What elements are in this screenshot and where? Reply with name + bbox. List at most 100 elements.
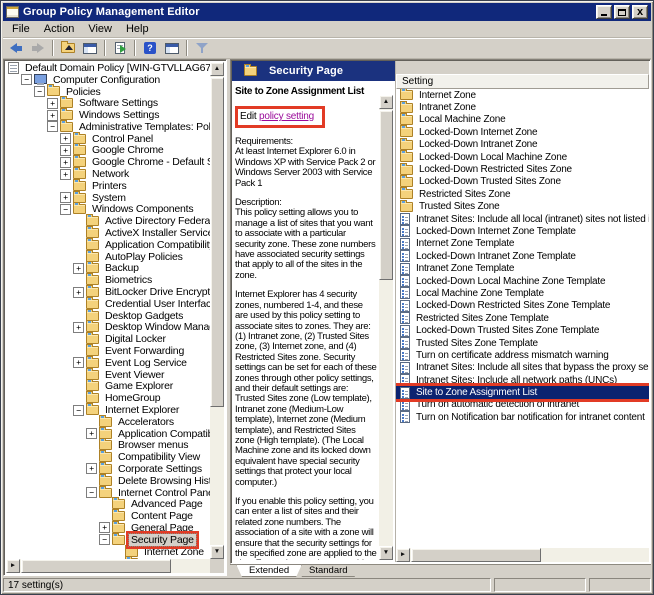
expand-icon[interactable]: + xyxy=(60,145,71,156)
tree-item[interactable]: Advanced Page xyxy=(6,498,210,510)
title-bar[interactable]: Group Policy Management Editor x xyxy=(3,3,651,21)
collapse-icon[interactable]: − xyxy=(60,204,71,215)
settings-row[interactable]: Turn on Notification bar notification fo… xyxy=(396,411,649,423)
settings-row[interactable]: Restricted Sites Zone Template xyxy=(396,312,649,324)
tree-item[interactable]: +Network xyxy=(6,168,210,180)
expand-icon[interactable]: + xyxy=(60,192,71,203)
settings-row[interactable]: Intranet Sites: Include all local (intra… xyxy=(396,213,649,225)
tree-vertical-scrollbar[interactable]: ▲ ▼ xyxy=(210,62,224,559)
scroll-right-icon[interactable]: ► xyxy=(6,559,20,573)
collapse-icon[interactable]: − xyxy=(34,86,45,97)
settings-row[interactable]: Intranet Zone Template xyxy=(396,262,649,274)
menu-help[interactable]: Help xyxy=(119,22,156,36)
tree-item[interactable]: +Backup xyxy=(6,263,210,275)
settings-row[interactable]: Intranet Sites: Include all sites that b… xyxy=(396,362,649,374)
expand-icon[interactable]: + xyxy=(60,169,71,180)
filter-button[interactable] xyxy=(191,39,213,58)
tree-item[interactable]: −Internet Control Panel xyxy=(6,487,210,499)
tree-item[interactable]: +Event Log Service xyxy=(6,357,210,369)
tree-item[interactable]: Delete Browsing History xyxy=(6,475,210,487)
back-button[interactable] xyxy=(5,39,27,58)
tree-item[interactable]: Default Domain Policy [WIN-GTVLLAG671R.T… xyxy=(6,62,210,74)
tree-item[interactable]: −Administrative Templates: Policy defini… xyxy=(6,121,210,133)
settings-row[interactable]: Locked-Down Internet Zone Template xyxy=(396,225,649,237)
tree-horizontal-scrollbar[interactable]: ◄ ► xyxy=(6,559,210,573)
description-vertical-scrollbar[interactable]: ▲ ▼ xyxy=(379,95,393,560)
settings-row[interactable]: Trusted Sites Zone xyxy=(396,201,649,213)
collapse-icon[interactable]: − xyxy=(73,405,84,416)
close-button[interactable]: x xyxy=(632,5,648,19)
tree-hscroll-thumb[interactable] xyxy=(21,559,171,573)
expand-icon[interactable]: + xyxy=(86,463,97,474)
properties-button[interactable] xyxy=(161,39,183,58)
settings-row[interactable]: Site to Zone Assignment List xyxy=(396,386,649,398)
tree-item[interactable]: +System xyxy=(6,192,210,204)
tree-item[interactable]: Content Page xyxy=(6,510,210,522)
settings-row[interactable]: Restricted Sites Zone xyxy=(396,188,649,200)
tree-item[interactable]: Digital Locker xyxy=(6,333,210,345)
tree-item[interactable]: +Software Settings xyxy=(6,97,210,109)
settings-row[interactable]: Turn on automatic detection of intranet xyxy=(396,399,649,411)
settings-row[interactable]: Locked-Down Intranet Zone xyxy=(396,139,649,151)
tab-standard[interactable]: Standard xyxy=(296,564,361,577)
expand-icon[interactable]: + xyxy=(47,110,58,121)
settings-row[interactable]: Locked-Down Local Machine Zone Template xyxy=(396,275,649,287)
scroll-up-icon[interactable]: ▲ xyxy=(210,62,224,76)
console-window-button[interactable] xyxy=(79,39,101,58)
settings-row[interactable]: Trusted Sites Zone Template xyxy=(396,337,649,349)
settings-row[interactable]: Locked-Down Restricted Sites Zone Templa… xyxy=(396,300,649,312)
tree-item[interactable]: Accelerators xyxy=(6,416,210,428)
settings-row[interactable]: Local Machine Zone Template xyxy=(396,287,649,299)
help-button[interactable] xyxy=(139,39,161,58)
expand-icon[interactable]: + xyxy=(73,263,84,274)
tree-item[interactable]: Game Explorer xyxy=(6,381,210,393)
export-list-button[interactable] xyxy=(109,39,131,58)
tree-item[interactable]: +Application Compatibility xyxy=(6,428,210,440)
settings-row[interactable]: Locked-Down Intranet Zone Template xyxy=(396,250,649,262)
tree-item[interactable]: Event Viewer xyxy=(6,369,210,381)
tree-item[interactable]: +Google Chrome - Default Settings (use xyxy=(6,156,210,168)
scroll-up-icon[interactable]: ▲ xyxy=(379,95,393,109)
tree-item[interactable]: +Desktop Window Manager xyxy=(6,322,210,334)
tree-item[interactable]: +Windows Settings xyxy=(6,109,210,121)
expand-icon[interactable]: + xyxy=(73,357,84,368)
menu-view[interactable]: View xyxy=(81,22,119,36)
collapse-icon[interactable]: − xyxy=(86,487,97,498)
settings-row[interactable]: Intranet Sites: Include all network path… xyxy=(396,374,649,386)
tree-item[interactable]: +General Page xyxy=(6,522,210,534)
settings-row[interactable]: Locked-Down Restricted Sites Zone xyxy=(396,163,649,175)
tree-item[interactable]: −Internet Explorer xyxy=(6,404,210,416)
settings-row[interactable]: Intranet Zone xyxy=(396,101,649,113)
setting-column-header[interactable]: Setting xyxy=(396,74,649,89)
settings-row[interactable]: Locked-Down Internet Zone xyxy=(396,126,649,138)
tree-item[interactable]: −Computer Configuration xyxy=(6,74,210,86)
expand-icon[interactable]: + xyxy=(99,522,110,533)
tree-item[interactable]: Event Forwarding xyxy=(6,345,210,357)
scroll-right-icon[interactable]: ► xyxy=(396,548,410,562)
tree-item[interactable]: Internet Zone xyxy=(6,546,210,558)
tree-item[interactable]: Active Directory Federation Servic xyxy=(6,215,210,227)
collapse-icon[interactable]: − xyxy=(99,534,110,545)
menu-action[interactable]: Action xyxy=(37,22,82,36)
desc-vscroll-thumb[interactable] xyxy=(379,110,393,280)
tree-item[interactable]: Compatibility View xyxy=(6,451,210,463)
settings-row[interactable]: Internet Zone Template xyxy=(396,238,649,250)
expand-icon[interactable]: + xyxy=(73,322,84,333)
minimize-button[interactable] xyxy=(596,5,612,19)
expand-icon[interactable]: + xyxy=(60,157,71,168)
expand-icon[interactable]: + xyxy=(86,428,97,439)
list-hscroll-thumb[interactable] xyxy=(411,548,541,562)
tree-item[interactable]: Credential User Interface xyxy=(6,298,210,310)
tree-item[interactable]: Application Compatibility xyxy=(6,239,210,251)
menu-file[interactable]: File xyxy=(5,22,37,36)
forward-button[interactable] xyxy=(27,39,49,58)
tree-item[interactable]: ActiveX Installer Service xyxy=(6,227,210,239)
tree-item[interactable]: HomeGroup xyxy=(6,392,210,404)
tree-item[interactable]: +Control Panel xyxy=(6,133,210,145)
expand-icon[interactable]: + xyxy=(60,133,71,144)
scroll-down-icon[interactable]: ▼ xyxy=(210,545,224,559)
settings-row[interactable]: Locked-Down Trusted Sites Zone Template xyxy=(396,324,649,336)
tab-extended[interactable]: Extended xyxy=(236,564,302,577)
tree-item[interactable]: −Policies xyxy=(6,86,210,98)
policy-setting-link[interactable]: policy setting xyxy=(259,111,314,122)
